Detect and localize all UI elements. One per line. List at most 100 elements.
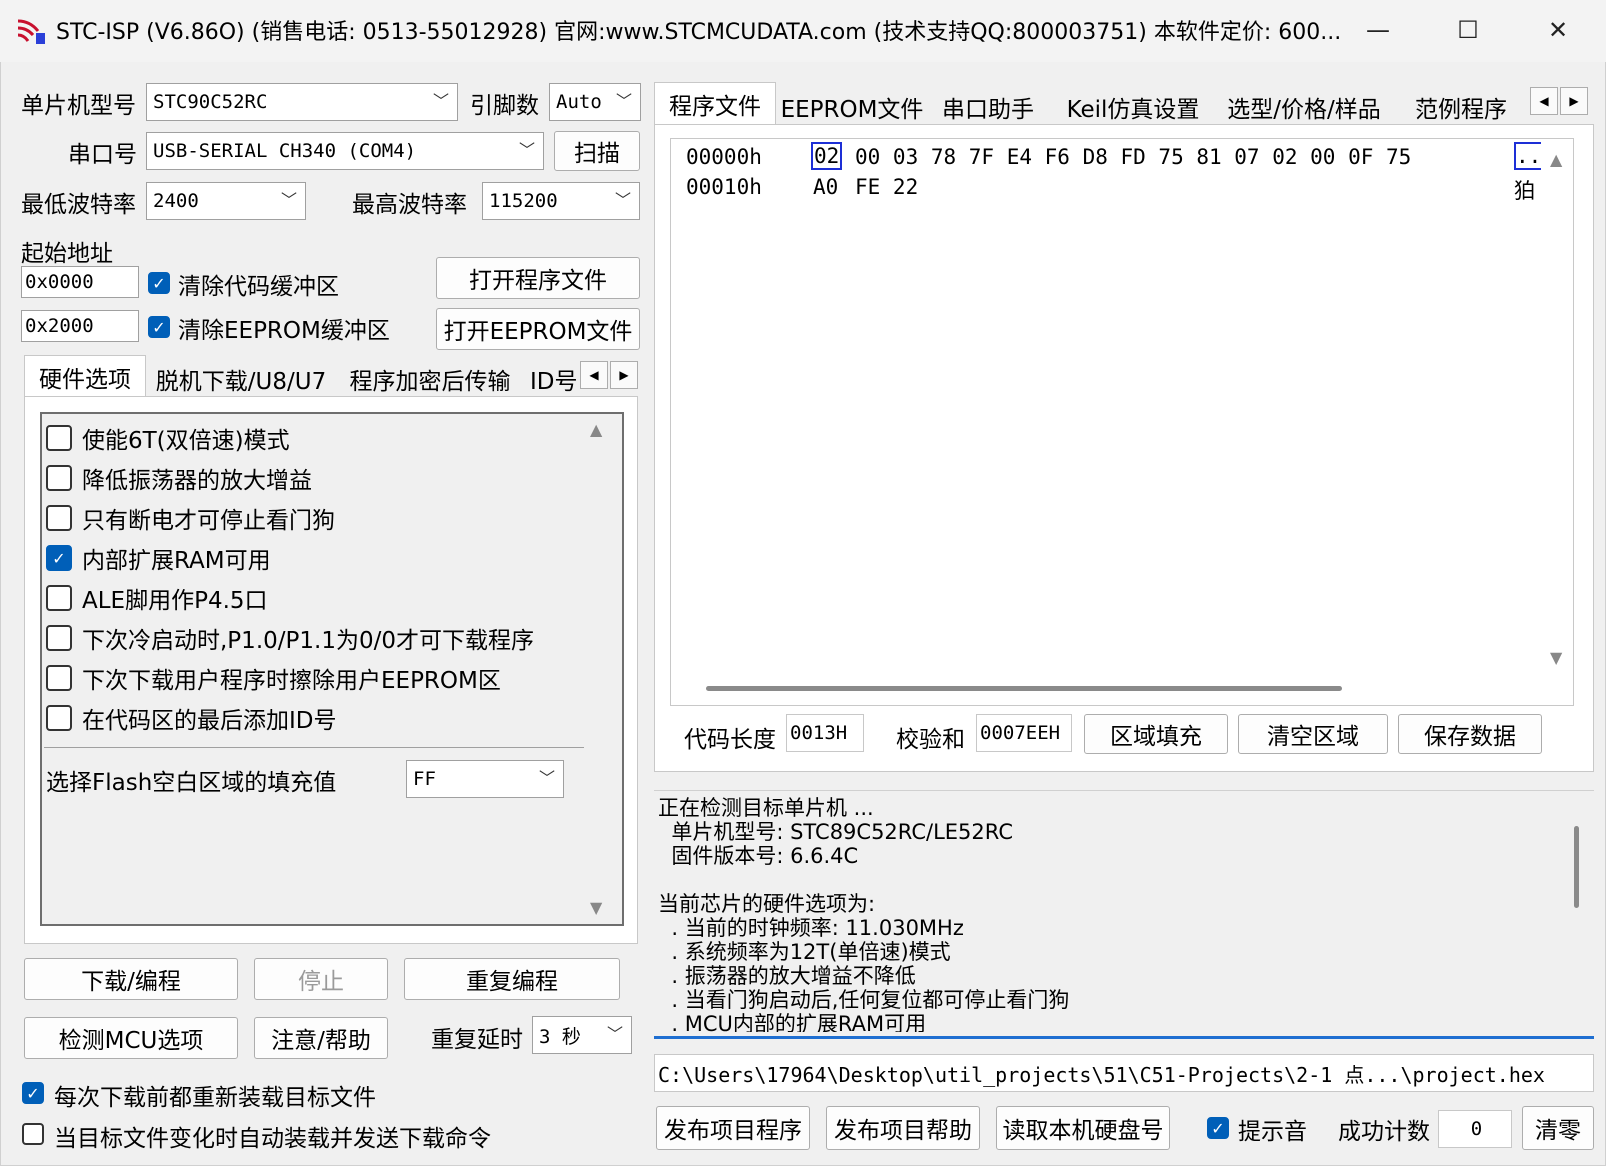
read-disk-button[interactable]: 读取本机硬盘号 xyxy=(996,1106,1170,1150)
pins-select[interactable]: Auto ﹀ xyxy=(549,83,641,121)
clear-code-checkbox[interactable]: ✓ xyxy=(148,272,170,294)
mcu-model-select[interactable]: STC90C52RC ﹀ xyxy=(146,83,458,121)
publish-program-button[interactable]: 发布项目程序 xyxy=(656,1106,810,1150)
chevron-down-icon: ﹀ xyxy=(518,140,535,160)
hex-hscroll-thumb[interactable] xyxy=(706,686,1342,691)
success-count-value: 0 xyxy=(1438,1110,1512,1148)
scroll-down-icon[interactable]: ▼ xyxy=(590,898,602,917)
maximize-button[interactable]: ☐ xyxy=(1445,10,1491,50)
clear-eeprom-checkbox[interactable]: ✓ xyxy=(148,316,170,338)
success-count-label: 成功计数 xyxy=(1338,1119,1430,1145)
hardware-option-label: 使能6T(双倍速)模式 xyxy=(82,428,290,454)
hardware-option-checkbox[interactable] xyxy=(46,425,72,451)
options-container: 使能6T(双倍速)模式降低振荡器的放大增益只有断电才可停止看门狗 ✓ 内部扩展RAM… xyxy=(46,420,586,734)
hardware-option-row[interactable]: ✓ 内部扩展RAM可用 xyxy=(46,540,271,576)
hardware-option-checkbox[interactable] xyxy=(46,705,72,731)
hex-bytes: 00 03 78 7F E4 F6 D8 FD 75 81 07 02 00 0… xyxy=(855,145,1412,169)
region-fill-button[interactable]: 区域填充 xyxy=(1084,714,1228,754)
stop-button[interactable]: 停止 xyxy=(254,958,388,1000)
beep-checkbox[interactable]: ✓ xyxy=(1207,1117,1229,1139)
hardware-option-checkbox[interactable] xyxy=(46,585,72,611)
checksum-label: 校验和 xyxy=(896,727,965,753)
open-eeprom-button[interactable]: 打开EEPROM文件 xyxy=(436,308,640,350)
tab-eeprom-file[interactable]: EEPROM文件 xyxy=(781,87,924,127)
download-program-button[interactable]: 下载/编程 xyxy=(24,958,238,1000)
scroll-up-icon[interactable]: ▲ xyxy=(590,420,602,439)
reload-before-download-checkbox[interactable]: ✓ xyxy=(22,1082,44,1104)
tab-encrypted-transfer[interactable]: 程序加密后传输 xyxy=(340,359,520,399)
tab-serial-helper[interactable]: 串口助手 xyxy=(928,87,1048,127)
minimize-button[interactable]: — xyxy=(1355,10,1401,50)
tab-hardware-options[interactable]: 硬件选项 xyxy=(24,355,146,397)
hardware-option-label: 只有断电才可停止看门狗 xyxy=(82,508,335,534)
hardware-option-label: 内部扩展RAM可用 xyxy=(82,548,271,574)
tab-scroll-right-icon[interactable]: ▶ xyxy=(1560,87,1588,115)
log-line: 正在检测目标单片机 ... xyxy=(658,796,874,820)
min-baud-label: 最低波特率 xyxy=(21,192,136,218)
tab-offline-download[interactable]: 脱机下载/U8/U7 xyxy=(150,359,332,399)
max-baud-select[interactable]: 115200 ﹀ xyxy=(482,182,640,220)
auto-load-checkbox[interactable] xyxy=(22,1123,44,1145)
tab-keil-debug[interactable]: Keil仿真设置 xyxy=(1052,87,1214,127)
log-line: . 振荡器的放大增益不降低 xyxy=(658,964,916,988)
tab-program-file[interactable]: 程序文件 xyxy=(654,82,776,124)
window-title: STC-ISP (V6.86O) (销售电话: 0513-55012928) 官… xyxy=(56,20,1342,45)
scroll-up-icon[interactable]: ▲ xyxy=(1550,150,1562,169)
hardware-option-row[interactable]: 降低振荡器的放大增益 xyxy=(46,460,312,496)
tab-scroll-right-icon[interactable]: ▶ xyxy=(610,361,638,389)
port-label: 串口号 xyxy=(68,142,137,168)
log-line: . 系统频率为12T(单倍速)模式 xyxy=(658,940,951,964)
chevron-down-icon: ﹀ xyxy=(606,1024,623,1044)
detect-mcu-button[interactable]: 检测MCU选项 xyxy=(24,1017,238,1059)
fill-value-select[interactable]: FF ﹀ xyxy=(406,760,564,798)
chevron-down-icon: ﹀ xyxy=(280,190,297,210)
scroll-down-icon[interactable]: ▼ xyxy=(1550,648,1562,667)
pins-label: 引脚数 xyxy=(470,93,539,119)
publish-help-button[interactable]: 发布项目帮助 xyxy=(826,1106,980,1150)
clear-region-button[interactable]: 清空区域 xyxy=(1238,714,1388,754)
hardware-option-checkbox[interactable] xyxy=(46,465,72,491)
hardware-option-row[interactable]: 下次下载用户程序时擦除用户EEPROM区 xyxy=(46,660,501,696)
beep-label: 提示音 xyxy=(1238,1119,1307,1145)
code-length-value: 0013H xyxy=(786,714,864,752)
hardware-option-row[interactable]: 只有断电才可停止看门狗 xyxy=(46,500,335,536)
tab-id-number[interactable]: ID号 xyxy=(530,359,578,399)
hex-ascii: 狛 xyxy=(1514,179,1535,203)
code-address-input[interactable]: 0x0000 xyxy=(21,266,139,298)
hardware-option-checkbox[interactable] xyxy=(46,505,72,531)
hardware-option-checkbox[interactable]: ✓ xyxy=(46,545,72,571)
scan-button[interactable]: 扫描 xyxy=(554,131,640,171)
help-button[interactable]: 注意/帮助 xyxy=(254,1017,388,1059)
hardware-option-checkbox[interactable] xyxy=(46,625,72,651)
port-select[interactable]: USB-SERIAL CH340 (COM4) ﹀ xyxy=(146,132,544,170)
eeprom-address-input[interactable]: 0x2000 xyxy=(21,310,139,342)
close-button[interactable]: ✕ xyxy=(1535,10,1581,50)
hardware-option-row[interactable]: 使能6T(双倍速)模式 xyxy=(46,420,290,456)
tab-selection-price[interactable]: 选型/价格/样品 xyxy=(1218,87,1390,127)
tab-scroll-left-icon[interactable]: ◀ xyxy=(580,361,608,389)
max-baud-label: 最高波特率 xyxy=(352,192,467,218)
mcu-model-label: 单片机型号 xyxy=(21,93,136,119)
hex-selected-byte[interactable]: 02 xyxy=(811,142,843,170)
tab-examples[interactable]: 范例程序 xyxy=(1396,87,1526,127)
hardware-option-row[interactable]: 在代码区的最后添加ID号 xyxy=(46,700,337,736)
log-output: 正在检测目标单片机 ... 单片机型号: STC89C52RC/LE52RC 固… xyxy=(658,796,1558,1032)
title-bar: STC-ISP (V6.86O) (销售电话: 0513-55012928) 官… xyxy=(0,0,1606,62)
hex-bytes: FE 22 xyxy=(855,175,919,199)
hex-view[interactable] xyxy=(670,138,1574,706)
min-baud-select[interactable]: 2400 ﹀ xyxy=(146,182,306,220)
start-address-label: 起始地址 xyxy=(21,241,113,267)
hardware-option-checkbox[interactable] xyxy=(46,665,72,691)
log-line: 当前芯片的硬件选项为: xyxy=(658,892,876,916)
hardware-option-row[interactable]: ALE脚用作P4.5口 xyxy=(46,580,268,616)
save-data-button[interactable]: 保存数据 xyxy=(1398,714,1542,754)
log-scroll-thumb[interactable] xyxy=(1574,826,1579,908)
tab-scroll-left-icon[interactable]: ◀ xyxy=(1530,87,1558,115)
clear-count-button[interactable]: 清零 xyxy=(1522,1106,1594,1150)
hardware-option-row[interactable]: 下次冷启动时,P1.0/P1.1为0/0才可下载程序 xyxy=(46,620,534,656)
hex-address: 00010h xyxy=(686,175,762,199)
reprogram-button[interactable]: 重复编程 xyxy=(404,958,620,1000)
open-program-button[interactable]: 打开程序文件 xyxy=(436,257,640,299)
file-path-field[interactable]: C:\Users\17964\Desktop\util_projects\51\… xyxy=(654,1054,1594,1092)
repeat-delay-select[interactable]: 3 秒 ﹀ xyxy=(532,1016,632,1054)
